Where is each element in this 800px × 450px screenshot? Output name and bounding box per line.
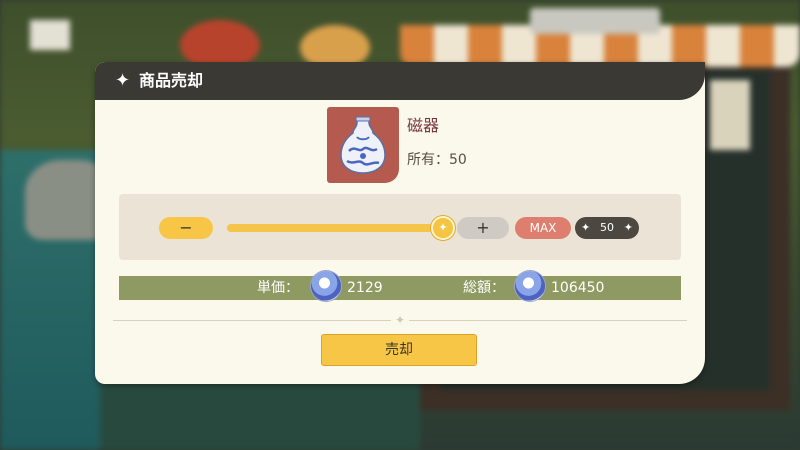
shell-coin-icon xyxy=(311,271,341,301)
sparkle-icon: ✦ xyxy=(115,70,131,91)
decrease-button[interactable]: − xyxy=(159,217,213,239)
total-price-label: 総額： xyxy=(463,280,505,296)
total-price-value: 106450 xyxy=(551,280,605,296)
sell-dialog: ✦ 商品売却 磁器 所有：50 − ✦ + MAX ✦ 50 ✦ 単価： 212… xyxy=(95,62,705,384)
sparkle-icon: ✦ xyxy=(438,221,448,234)
owned-label: 所有： xyxy=(407,152,449,168)
background-sign xyxy=(30,20,70,50)
porcelain-vase-icon xyxy=(327,107,399,183)
owned-value: 50 xyxy=(449,152,467,168)
background-board xyxy=(710,80,750,150)
max-button[interactable]: MAX xyxy=(515,217,571,239)
increase-button[interactable]: + xyxy=(457,217,509,239)
selected-quantity: ✦ 50 ✦ xyxy=(575,217,639,239)
item-name: 磁器 xyxy=(407,116,440,135)
shell-coin-icon xyxy=(515,271,545,301)
background-floor xyxy=(100,380,420,450)
quantity-panel: − ✦ + MAX ✦ 50 ✦ xyxy=(119,194,681,260)
sparkle-icon: ✦ xyxy=(623,221,633,234)
slider-handle[interactable]: ✦ xyxy=(431,216,455,240)
unit-price-label: 単価： xyxy=(257,280,299,296)
dialog-title: 商品売却 xyxy=(139,71,204,90)
dialog-title-bar: ✦ 商品売却 xyxy=(95,62,705,100)
sparkle-icon: ✦ xyxy=(391,312,409,328)
background-button xyxy=(530,8,660,34)
price-bar: 単価： 2129 総額： 106450 xyxy=(119,271,681,301)
sell-button[interactable]: 売却 xyxy=(321,334,477,366)
slider-fill xyxy=(227,224,455,232)
item-owned-count: 所有：50 xyxy=(407,151,467,169)
unit-price-value: 2129 xyxy=(347,280,383,296)
quantity-slider[interactable] xyxy=(227,224,455,232)
